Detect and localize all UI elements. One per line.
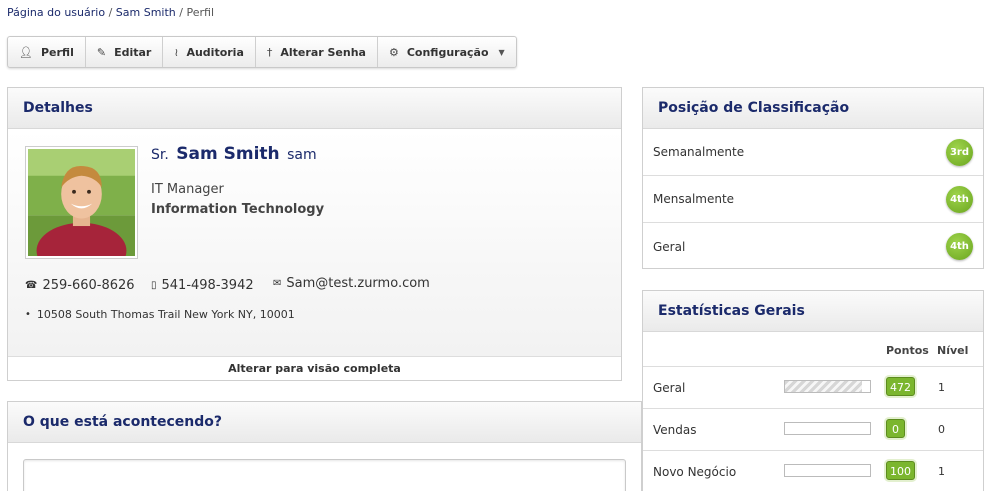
progress-bar [784,464,871,477]
points-badge: 0 [886,419,905,438]
stat-label: Vendas [653,423,697,437]
rank-badge: 4th [946,185,973,213]
ranking-label: Geral [653,239,686,254]
details-panel: Detalhes Sr. Sam Smith sam IT Manager In… [7,87,622,381]
mobile-phone-value: 541-498-3942 [161,278,254,293]
breadcrumb-separator: / [179,6,183,19]
profile-button-label: Perfil [40,45,74,59]
username: sam [287,147,317,163]
activity-icon: ≀ [174,45,179,59]
progress-bar [784,380,871,393]
department: Information Technology [151,202,325,217]
caret-down-icon: ▼ [498,47,505,57]
stat-row-overall: Geral 472 1 [643,367,983,409]
address: • 10508 South Thomas Trail New York NY, … [25,308,295,321]
whats-happening-panel: O que está acontecendo? [7,401,642,491]
level-value: 0 [938,423,945,436]
profile-toolbar: 👤︎ Perfil ✎ Editar ≀ Auditoria † Alterar… [7,36,517,68]
ranking-row-weekly: Semanalmente 3rd [643,129,983,176]
whats-happening-title: O que está acontecendo? [8,402,641,443]
stats-column-headers: Pontos Nível [643,332,983,367]
level-value: 1 [938,465,945,478]
points-badge: 472 [886,377,915,396]
social-post-input[interactable] [23,459,626,491]
ranking-row-overall: Geral 4th [643,223,983,270]
address-value: 10508 South Thomas Trail New York NY, 10… [36,308,295,321]
audit-button[interactable]: ≀ Auditoria [163,37,256,67]
ranking-row-monthly: Mensalmente 4th [643,176,983,223]
points-column-header: Pontos [886,344,929,357]
map-pin-icon: • [25,309,31,320]
progress-fill [785,381,862,392]
key-icon: † [266,45,273,59]
configuration-button[interactable]: ⚙ Configuração ▼ [378,37,516,67]
level-value: 1 [938,381,945,394]
breadcrumb-user-link[interactable]: Sam Smith [116,6,176,19]
progress-bar [784,422,871,435]
user-name-line: Sr. Sam Smith sam [151,144,317,164]
ranking-label: Semanalmente [653,145,745,159]
rank-badge: 3rd [946,138,973,166]
general-stats-panel: Estatísticas Gerais Pontos Nível Geral 4… [642,290,984,491]
rank-badge: 4th [946,233,973,260]
breadcrumb-separator: / [108,6,113,19]
details-body: Sr. Sam Smith sam IT Manager Information… [8,130,621,356]
salutation: Sr. [151,147,169,163]
email-value[interactable]: Sam@test.zurmo.com [286,276,429,291]
breadcrumb-current: Perfil [186,6,215,19]
office-phone: ☎ 259-660-8626 [25,278,135,293]
change-password-button-label: Alterar Senha [280,45,366,59]
edit-button-label: Editar [114,45,152,59]
mobile-icon: ▯ [151,280,157,291]
general-stats-title: Estatísticas Gerais [643,291,983,332]
edit-button[interactable]: ✎ Editar [86,37,164,67]
breadcrumb-user-home-link[interactable]: Página do usuário [7,6,105,19]
audit-button-label: Auditoria [186,45,244,59]
gear-icon: ⚙ [388,45,399,59]
level-column-header: Nível [937,344,969,357]
stat-row-new-business: Novo Negócio 100 1 [643,451,983,491]
stat-label: Geral [653,381,686,395]
envelope-icon: ✉ [273,278,282,289]
configuration-button-label: Configuração [406,45,489,59]
job-title: IT Manager [151,182,224,197]
details-title: Detalhes [8,88,621,129]
avatar [25,146,138,259]
profile-button[interactable]: 👤︎ Perfil [8,37,86,67]
user-icon: 👤︎ [19,45,33,59]
stat-row-sales: Vendas 0 0 [643,409,983,451]
change-password-button[interactable]: † Alterar Senha [256,37,378,67]
full-name: Sam Smith [176,144,280,164]
mobile-phone: ▯ 541-498-3942 [151,278,254,293]
points-badge: 100 [886,461,915,480]
pencil-icon: ✎ [96,45,107,59]
ranking-title: Posição de Classificação [643,88,983,129]
phone-icon: ☎ [25,280,38,291]
email[interactable]: ✉ Sam@test.zurmo.com [273,276,430,291]
toggle-full-view-link[interactable]: Alterar para visão completa [8,356,621,380]
ranking-panel: Posição de Classificação Semanalmente 3r… [642,87,984,269]
office-phone-value: 259-660-8626 [42,278,135,293]
stat-label: Novo Negócio [653,465,737,479]
ranking-label: Mensalmente [653,192,735,206]
breadcrumb: Página do usuário / Sam Smith / Perfil [7,6,214,19]
